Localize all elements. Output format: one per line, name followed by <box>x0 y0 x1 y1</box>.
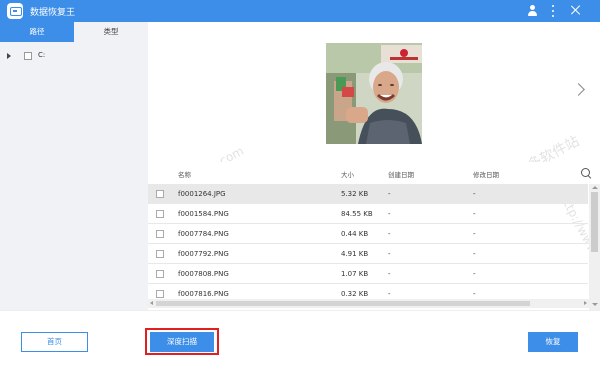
horizontal-scrollbar[interactable] <box>148 299 589 308</box>
expand-arrow-icon[interactable] <box>7 53 11 59</box>
file-modified: - <box>473 270 476 278</box>
file-table: 名称 大小 创建日期 修改日期 f0001264.JPG 5.32 KB - -… <box>148 162 600 310</box>
file-preview-image <box>326 43 422 144</box>
file-created: - <box>388 270 391 278</box>
kebab-menu-icon[interactable] <box>551 4 555 18</box>
column-header-size[interactable]: 大小 <box>341 169 354 179</box>
file-name: f0001584.PNG <box>178 210 229 218</box>
file-name: f0007792.PNG <box>178 250 229 258</box>
file-size: 0.32 KB <box>341 290 369 298</box>
recover-button[interactable]: 恢复 <box>528 332 578 352</box>
column-header-modified[interactable]: 修改日期 <box>473 169 499 179</box>
file-size: 1.07 KB <box>341 270 369 278</box>
column-header-name[interactable]: 名称 <box>178 169 191 179</box>
file-modified: - <box>473 190 476 198</box>
app-logo-icon <box>7 3 23 19</box>
table-row[interactable]: f0007808.PNG 1.07 KB - - <box>148 264 588 284</box>
row-checkbox[interactable] <box>156 230 164 238</box>
next-arrow-icon[interactable] <box>574 82 584 98</box>
row-checkbox[interactable] <box>156 250 164 258</box>
file-created: - <box>388 190 391 198</box>
scroll-down-icon[interactable] <box>592 303 598 306</box>
table-row[interactable]: f0007792.PNG 4.91 KB - - <box>148 244 588 264</box>
file-created: - <box>388 250 391 258</box>
app-title: 数据恢复王 <box>30 8 76 18</box>
file-modified: - <box>473 250 476 258</box>
scroll-left-icon[interactable] <box>150 301 153 305</box>
tab-path[interactable]: 路径 <box>0 22 74 42</box>
column-header-created[interactable]: 创建日期 <box>388 169 414 179</box>
table-row[interactable]: f0001584.PNG 84.55 KB - - <box>148 204 588 224</box>
table-row[interactable]: f0007784.PNG 0.44 KB - - <box>148 224 588 244</box>
table-header: 名称 大小 创建日期 修改日期 <box>148 162 600 184</box>
file-name: f0007808.PNG <box>178 270 229 278</box>
table-row[interactable]: f0007816.PNG 0.32 KB - - <box>148 284 588 299</box>
file-name: f0001264.JPG <box>178 190 226 198</box>
file-size: 5.32 KB <box>341 190 369 198</box>
scrollbar-thumb[interactable] <box>591 192 598 252</box>
row-checkbox[interactable] <box>156 210 164 218</box>
table-row[interactable]: f0001264.JPG 5.32 KB - - <box>148 184 588 204</box>
home-button[interactable]: 首页 <box>21 332 88 352</box>
row-checkbox[interactable] <box>156 270 164 278</box>
view-tabs: 路径 类型 <box>0 22 148 42</box>
file-size: 4.91 KB <box>341 250 369 258</box>
row-checkbox[interactable] <box>156 190 164 198</box>
scroll-up-icon[interactable] <box>592 186 598 189</box>
file-created: - <box>388 290 391 298</box>
close-icon[interactable] <box>570 4 582 16</box>
scrollbar-thumb[interactable] <box>156 301 530 306</box>
tab-type[interactable]: 类型 <box>74 22 148 42</box>
file-size: 0.44 KB <box>341 230 369 238</box>
file-name: f0007784.PNG <box>178 230 229 238</box>
file-created: - <box>388 230 391 238</box>
search-icon[interactable] <box>581 168 592 179</box>
scroll-right-icon[interactable] <box>584 301 587 305</box>
tree-item-label: C: <box>38 51 46 59</box>
tree-checkbox[interactable] <box>24 52 32 60</box>
file-name: f0007816.PNG <box>178 290 229 298</box>
tree-item-c-drive[interactable]: C: <box>6 50 126 62</box>
sidebar-tree: C: <box>0 42 148 310</box>
file-created: - <box>388 210 391 218</box>
title-bar: 数据恢复王 <box>0 0 600 22</box>
file-modified: - <box>473 290 476 298</box>
file-size: 84.55 KB <box>341 210 373 218</box>
row-checkbox[interactable] <box>156 290 164 298</box>
deep-scan-button[interactable]: 深度扫描 <box>150 332 214 352</box>
file-modified: - <box>473 210 476 218</box>
vertical-scrollbar[interactable] <box>589 184 600 310</box>
file-modified: - <box>473 230 476 238</box>
user-icon[interactable] <box>527 5 538 16</box>
footer-bar: 首页 深度扫描 恢复 <box>0 310 600 373</box>
